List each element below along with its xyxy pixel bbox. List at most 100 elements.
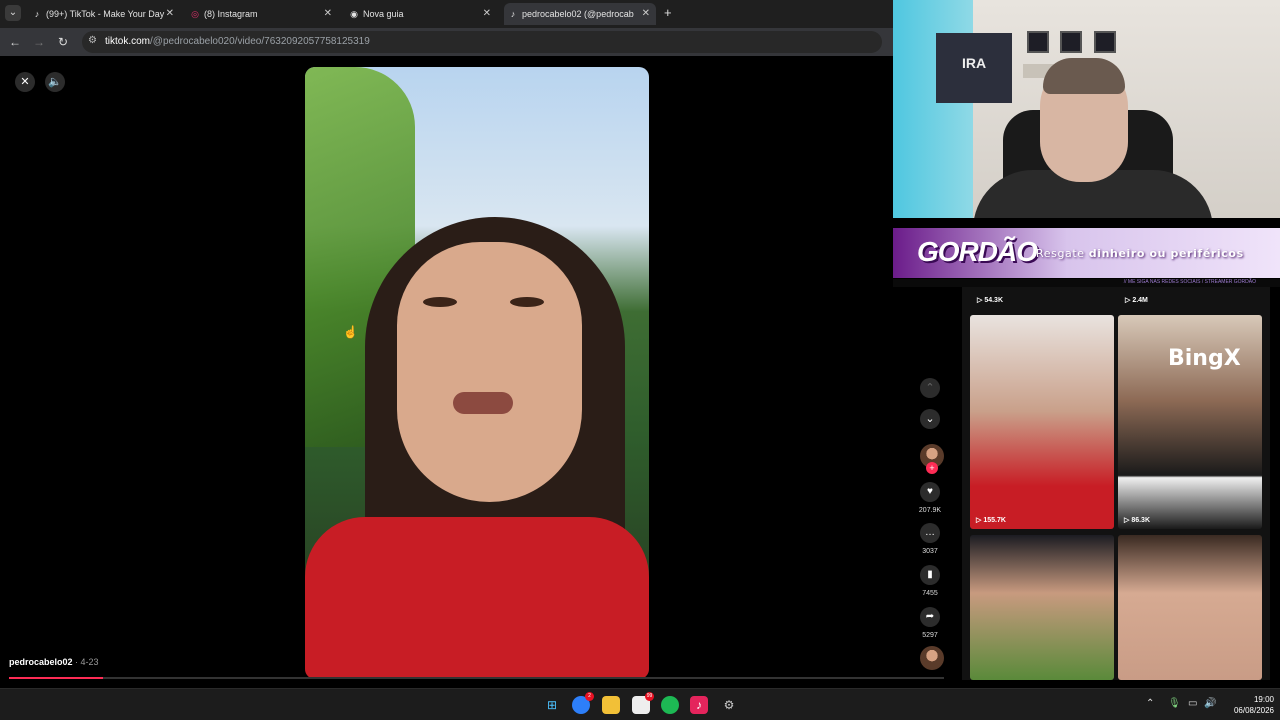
save-count: 7455 [922,590,938,597]
tiktok-icon: ♪ [34,9,40,19]
tiktok-studio-icon[interactable]: ♪ [690,696,708,714]
webcam-poster: IRA [936,33,1012,103]
volume-icon[interactable]: 🔊 [1204,698,1216,709]
share-action[interactable]: ➦ 5297 [916,607,944,639]
network-icon[interactable]: ▭ [1188,698,1197,709]
chrome-icon[interactable]: 2 [572,692,594,714]
close-icon[interactable]: ✕ [324,3,332,25]
view-count: 54.3K [984,297,1004,304]
tab-instagram[interactable]: ◎ (8) Instagram ✕ [186,3,338,25]
video-scene-eye [510,297,544,307]
video-thumbnail[interactable] [970,535,1114,680]
video-scene-face [397,242,582,502]
system-clock[interactable]: 19:00 06/08/2026 [1224,694,1274,716]
chrome-icon: ◉ [350,9,358,19]
thumb-stat: ▷ 2.4M [1125,297,1148,304]
windows-start-icon[interactable]: ⊞ [543,696,561,714]
banner-logo: GORDÃO [917,236,1038,267]
chevron-up-icon[interactable]: ⌃ [920,378,940,398]
settings-gear-icon[interactable]: ⚙ [720,696,738,714]
clock-time: 19:00 [1253,695,1274,704]
reload-icon[interactable]: ↻ [55,34,71,50]
progress-fill [9,677,103,679]
video-author[interactable]: pedrocabelo02 · 4-23 [9,657,99,667]
close-icon[interactable]: ✕ [642,3,650,25]
video-scene-mouth [453,392,513,414]
video-scene-shirt [305,517,649,679]
video-thumbnail[interactable] [1118,535,1262,680]
comment-icon[interactable]: … [920,523,940,543]
screen: ⌄ ♪ (99+) TikTok - Make Your Day ✕ ◎ (8)… [0,0,1280,720]
windows-taskbar: ⊞ 2 99 ♪ ⚙ ⌃ 🎙 ▭ 🔊 19:00 06/08/2026 [0,688,1280,720]
clock-date: 06/08/2026 [1233,706,1274,715]
thumb-stat: ▷ 54.3K [977,297,1004,304]
thumb-stat: ▷ 86.3K [1124,517,1151,524]
poster-text: IRA [961,55,987,71]
post-date: · 4-23 [72,657,99,667]
url-path: /@pedrocabelo020/video/76320920577581253… [150,36,370,47]
tab-active-profile[interactable]: ♪ pedrocabelo02 (@pedrocab ✕ [504,3,656,25]
chevron-down-icon[interactable]: ⌄ [920,409,940,429]
webcam-frame [1094,31,1116,53]
webcam-frame [1060,31,1082,53]
comment-count: 3037 [922,548,938,555]
creator-avatar[interactable]: + [918,444,946,474]
video-progress-bar[interactable] [9,677,944,679]
video-player[interactable] [305,67,649,679]
mouse-pointer-icon: ☝ [343,325,358,339]
thumb-stat: ▷ 155.7K [976,517,1006,524]
tab-title: Nova guia [363,9,404,19]
share-icon[interactable]: ➦ [920,607,940,627]
tab-title: (8) Instagram [204,9,258,19]
new-tab-button[interactable]: + [664,5,672,20]
chevron-up-icon[interactable]: ⌃ [1146,698,1154,709]
like-count: 207.9K [918,507,942,514]
banner-text: Resgate dinheiro ou periféricos [1036,247,1244,260]
tiktok-icon: ♪ [510,9,516,19]
forward-arrow-icon[interactable]: → [31,34,47,50]
comment-action[interactable]: … 3037 [916,523,944,555]
video-thumbnail[interactable]: ▷ 155.7K [970,315,1114,529]
video-scene-eye [423,297,457,307]
tab-title: pedrocabelo02 (@pedrocab [522,9,634,19]
share-count: 5297 [922,632,938,639]
follow-plus-icon[interactable]: + [926,462,938,474]
address-bar[interactable]: ⚙ tiktok.com/@pedrocabelo020/video/76320… [82,31,882,53]
music-disc[interactable] [918,646,946,670]
volume-icon[interactable]: 🔈 [45,72,65,92]
stream-banner: GORDÃO Resgate dinheiro ou periféricos [893,228,1280,278]
banner-text-bold: dinheiro ou periféricos [1088,247,1244,260]
site-settings-icon[interactable]: ⚙ [88,35,97,46]
instagram-icon: ◎ [191,9,199,19]
tab-new[interactable]: ◉ Nova guia ✕ [345,3,497,25]
bookmark-icon[interactable]: ▮ [920,565,940,585]
like-action[interactable]: ♥ 207.9K [916,482,944,514]
heart-icon[interactable]: ♥ [920,482,940,502]
streamer-webcam: IRA [893,0,1280,218]
tab-tiktok[interactable]: ♪ (99+) TikTok - Make Your Day ✕ [28,3,180,25]
close-icon[interactable]: ✕ [483,3,491,25]
notepad-icon[interactable]: 99 [632,692,654,714]
author-name[interactable]: pedrocabelo02 [9,657,73,667]
sponsor-logo: BingX [1168,346,1241,371]
microphone-icon[interactable]: 🎙 [1168,698,1181,709]
spotify-icon[interactable] [661,696,679,714]
webcam-frame [1027,31,1049,53]
webcam-hair [1043,58,1125,94]
back-arrow-icon[interactable]: ← [7,34,23,50]
notification-badge: 2 [585,692,594,701]
banner-subtitle: // ME SIGA NAS REDES SOCIAIS / STREAMER … [893,279,1280,287]
save-action[interactable]: ▮ 7455 [916,565,944,597]
notification-badge: 99 [645,692,654,701]
close-icon[interactable]: ✕ [166,3,174,25]
url-text: tiktok.com/@pedrocabelo020/video/7632092… [105,36,370,47]
close-video-icon[interactable]: ✕ [15,72,35,92]
tab-search-icon[interactable]: ⌄ [5,5,21,21]
banner-text-part: Resgate [1036,247,1089,260]
file-explorer-icon[interactable] [602,696,620,714]
url-host: tiktok.com [105,36,151,47]
view-count: 86.3K [1131,517,1151,524]
view-count: 2.4M [1132,297,1148,304]
tab-title: (99+) TikTok - Make Your Day [46,9,165,19]
view-count: 155.7K [983,517,1006,524]
